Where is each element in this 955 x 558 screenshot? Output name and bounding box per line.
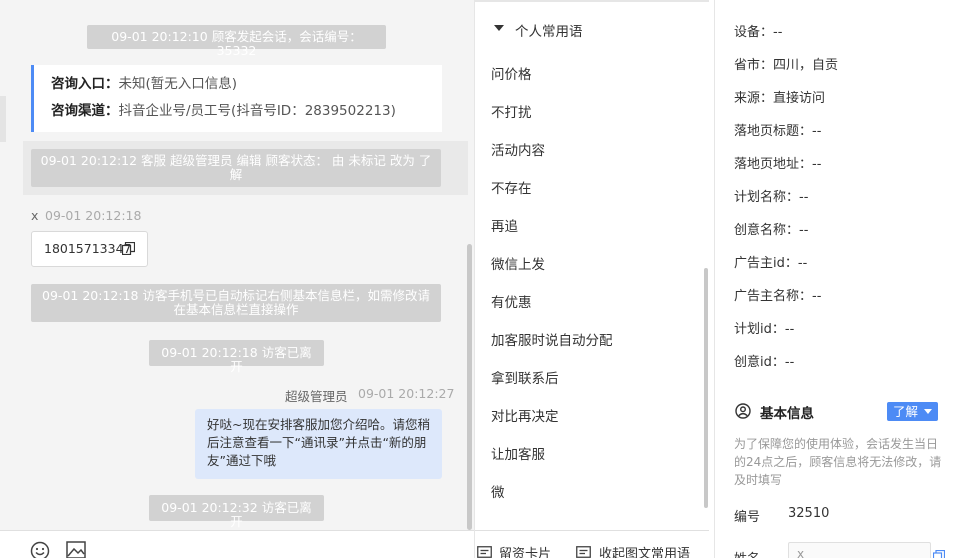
info-value: --: [784, 355, 795, 370]
personal-phrases-header[interactable]: 个人常用语: [515, 20, 583, 40]
basic-info-title: 基本信息: [760, 406, 814, 422]
entry-info-card: 咨询入口：未知(暂无入口信息) 咨询渠道：抖音企业号/员工号(抖音号ID：283…: [31, 65, 442, 132]
info-row-region: 省市：四川，自贡: [734, 54, 838, 73]
card-icon[interactable]: [477, 546, 492, 558]
chat-panel: 09-01 20:12:10 顾客发起会话，会话编号：35332 咨询入口：未知…: [0, 0, 474, 558]
visitor-message-text: 18015713347: [44, 241, 132, 256]
info-row-landing-title: 落地页标题：--: [734, 120, 821, 139]
info-label: 落地页地址：: [734, 157, 813, 172]
info-label: 设备：: [734, 25, 774, 40]
customer-status-dropdown[interactable]: 了解: [887, 402, 938, 421]
name-label: 姓名: [734, 548, 760, 558]
info-value: --: [812, 157, 822, 172]
caret-down-icon[interactable]: [494, 25, 504, 32]
agent-name: 超级管理员: [285, 389, 348, 404]
visitor-name: x: [31, 208, 39, 223]
phrases-scrollbar[interactable]: [704, 268, 708, 508]
phrase-item[interactable]: 不存在: [491, 177, 532, 197]
info-label: 省市：: [734, 58, 774, 73]
info-row-creative-id: 创意id：--: [734, 351, 794, 370]
user-circle-icon: [735, 403, 751, 419]
caret-down-icon: [924, 409, 932, 414]
collapse-phrases-icon[interactable]: [576, 546, 591, 558]
channel-value: 抖音企业号/员工号(抖音号ID：2839502213): [118, 103, 396, 119]
common-phrases-panel: 个人常用语 问价格 不打扰 活动内容 不存在 再追 微信上发 有优惠 加客服时说…: [474, 0, 714, 558]
entry-row: 咨询入口：未知(暂无入口信息): [51, 75, 442, 102]
info-value: --: [773, 25, 783, 40]
info-value: --: [799, 223, 809, 238]
phrase-item[interactable]: 拿到联系后: [491, 367, 559, 387]
info-row-creative-name: 创意名称：--: [734, 219, 808, 238]
id-label: 编号: [734, 510, 761, 525]
info-label: 计划名称：: [734, 190, 800, 205]
phrase-item[interactable]: 加客服时说自动分配: [491, 329, 613, 349]
visitor-left-message-2: 09-01 20:12:32 访客已离开: [149, 495, 324, 529]
agent-message-bubble: 好哒~现在安排客服加您介绍哈。请您稍后注意查看一下“通讯录”并点击“新的朋友”通…: [195, 409, 442, 479]
info-value: 直接访问: [773, 91, 826, 106]
chat-input-toolbar: [0, 530, 474, 558]
info-value: --: [812, 289, 822, 304]
copy-icon[interactable]: [933, 550, 945, 558]
visitor-info-panel: 设备：-- 省市：四川，自贡 来源：直接访问 落地页标题：-- 落地页地址：--…: [714, 0, 955, 558]
phrases-top-border: [475, 0, 709, 2]
info-value: --: [812, 124, 822, 139]
info-label: 广告主id：: [734, 256, 798, 271]
entry-label: 咨询入口：: [51, 76, 119, 92]
emoji-icon[interactable]: [30, 541, 50, 558]
phrase-item[interactable]: 让加客服: [491, 443, 545, 463]
image-icon[interactable]: [66, 541, 86, 558]
info-value: 四川，自贡: [773, 58, 839, 73]
status-edit-message: 09-01 20:12:12 客服 超级管理员 编辑 顾客状态： 由 未标记 改…: [31, 149, 441, 187]
phrase-item[interactable]: 再追: [491, 215, 518, 235]
visitor-message-time: 09-01 20:12:18: [45, 208, 142, 223]
info-row-plan-name: 计划名称：--: [734, 186, 808, 205]
info-label: 来源：: [734, 91, 774, 106]
info-row-advertiser-id: 广告主id：--: [734, 252, 807, 271]
entry-value: 未知(暂无入口信息): [118, 76, 238, 92]
chat-left-strip: [0, 96, 6, 142]
info-row-source: 来源：直接访问: [734, 87, 825, 106]
info-value: --: [797, 256, 808, 271]
phrase-item[interactable]: 微: [491, 481, 505, 501]
customer-status-label: 了解: [893, 404, 919, 419]
info-label: 创意id：: [734, 355, 785, 370]
phrase-item[interactable]: 活动内容: [491, 139, 545, 159]
phrase-item[interactable]: 有优惠: [491, 291, 532, 311]
edit-deadline-notice: 为了保障您的使用体验，会话发生当日的24点之后，顾客信息将无法修改，请及时填写: [734, 437, 942, 487]
phrase-item[interactable]: 不打扰: [491, 101, 532, 121]
session-start-message: 09-01 20:12:10 顾客发起会话，会话编号：35332: [87, 25, 386, 58]
info-label: 落地页标题：: [734, 124, 813, 139]
info-label: 创意名称：: [734, 223, 800, 238]
channel-row: 咨询渠道：抖音企业号/员工号(抖音号ID：2839502213): [51, 102, 442, 129]
info-value: --: [799, 190, 809, 205]
phrase-item[interactable]: 对比再决定: [491, 405, 559, 425]
phone-autotag-message: 09-01 20:12:18 访客手机号已自动标记右侧基本信息栏，如需修改请在基…: [31, 284, 441, 322]
visitor-left-message: 09-01 20:12:18 访客已离开: [149, 340, 324, 374]
id-value: 32510: [788, 506, 830, 521]
name-field[interactable]: x: [788, 542, 931, 558]
info-row-advertiser-name: 广告主名称：--: [734, 285, 821, 304]
info-row-plan-id: 计划id：--: [734, 318, 794, 337]
info-value: --: [784, 322, 795, 337]
phrase-item[interactable]: 问价格: [491, 63, 532, 83]
info-row-landing-url: 落地页地址：--: [734, 153, 821, 172]
agent-message-time: 09-01 20:12:27: [358, 386, 455, 401]
visitor-message-bubble: 18015713347: [31, 231, 148, 267]
info-label: 计划id：: [734, 322, 785, 337]
copy-icon[interactable]: [122, 242, 135, 255]
phrase-item[interactable]: 微信上发: [491, 253, 545, 273]
collapse-rich-phrases-button[interactable]: 收起图文常用语: [599, 543, 690, 558]
chat-scrollbar[interactable]: [467, 244, 472, 530]
lead-card-button[interactable]: 留资卡片: [499, 543, 551, 558]
phrases-footer-divider: [475, 530, 709, 531]
info-row-device: 设备：--: [734, 21, 782, 40]
info-label: 广告主名称：: [734, 289, 813, 304]
channel-label: 咨询渠道：: [51, 103, 119, 119]
